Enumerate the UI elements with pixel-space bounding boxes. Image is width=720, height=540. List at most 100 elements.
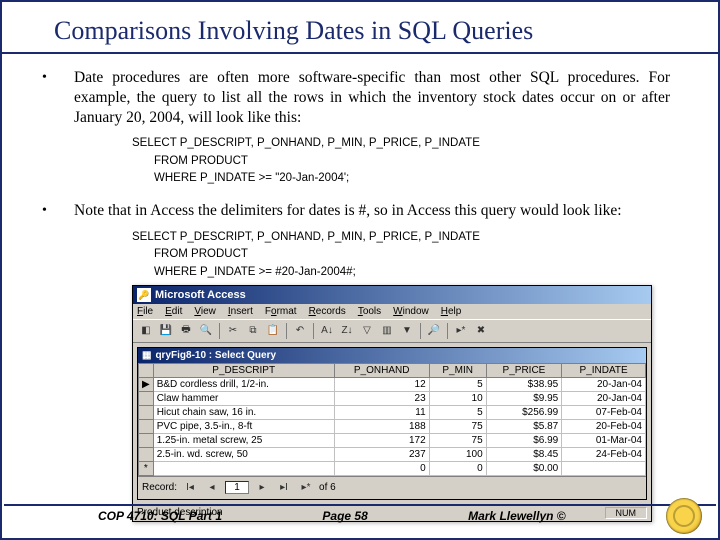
code1-line2: FROM PRODUCT [132,153,670,170]
tool-find-icon[interactable]: 🔎 [425,322,443,340]
table-row[interactable]: Hicut chain saw, 16 in.115$256.9907-Feb-… [139,405,646,419]
cell-indate[interactable]: 07-Feb-04 [562,405,646,419]
cell-descript[interactable]: Hicut chain saw, 16 in. [153,405,334,419]
cell-descript[interactable]: B&D cordless drill, 1/2-in. [153,377,334,391]
row-selector-header [139,363,154,377]
row-selector[interactable] [139,447,154,461]
cell-price[interactable]: $8.45 [486,447,562,461]
table-row[interactable]: PVC pipe, 3.5-in., 8-ft18875$5.8720-Feb-… [139,419,646,433]
cell-indate[interactable]: 24-Feb-04 [562,447,646,461]
cell-onhand[interactable]: 172 [334,433,429,447]
row-selector[interactable] [139,391,154,405]
row-selector[interactable] [139,405,154,419]
col-onhand[interactable]: P_ONHAND [334,363,429,377]
cell-min[interactable]: 5 [429,405,486,419]
tool-undo-icon[interactable]: ↶ [291,322,309,340]
record-position[interactable]: 1 [225,481,249,494]
nav-last-icon[interactable]: ▸I [275,479,293,497]
record-label: Record: [142,482,177,493]
cell-price[interactable]: $9.95 [486,391,562,405]
menu-view[interactable]: View [194,306,216,317]
row-selector[interactable]: * [139,461,154,475]
cell-descript[interactable]: Claw hammer [153,391,334,405]
menu-insert[interactable]: Insert [228,306,253,317]
menu-file[interactable]: File [137,306,153,317]
col-price[interactable]: P_PRICE [486,363,562,377]
tool-print-icon[interactable]: 🖶 [177,322,195,340]
cell-price[interactable]: $5.87 [486,419,562,433]
cell-indate[interactable]: 01-Mar-04 [562,433,646,447]
cell-price[interactable]: $6.99 [486,433,562,447]
col-descript[interactable]: P_DESCRIPT [153,363,334,377]
cell-onhand[interactable]: 23 [334,391,429,405]
cell-descript[interactable]: 2.5-in. wd. screw, 50 [153,447,334,461]
col-min[interactable]: P_MIN [429,363,486,377]
cell-min[interactable]: 75 [429,433,486,447]
cell-price[interactable]: $256.99 [486,405,562,419]
cell-onhand[interactable]: 11 [334,405,429,419]
table-row[interactable]: ▶B&D cordless drill, 1/2-in.125$38.9520-… [139,377,646,391]
row-selector[interactable]: ▶ [139,377,154,391]
tool-apply-filter-icon[interactable]: ▼ [398,322,416,340]
menu-edit[interactable]: Edit [165,306,182,317]
cell-min[interactable]: 100 [429,447,486,461]
nav-new-icon[interactable]: ▸* [297,479,315,497]
cell-indate[interactable]: 20-Feb-04 [562,419,646,433]
tool-filter-icon[interactable]: ▽ [358,322,376,340]
cell-descript[interactable]: 1.25-in. metal screw, 25 [153,433,334,447]
menu-help[interactable]: Help [441,306,462,317]
cell-min[interactable]: 10 [429,391,486,405]
tool-new-record-icon[interactable]: ▸* [452,322,470,340]
cell-min[interactable]: 0 [429,461,486,475]
col-indate[interactable]: P_INDATE [562,363,646,377]
tool-sort-asc-icon[interactable]: A↓ [318,322,336,340]
toolbar-separator [219,323,220,339]
toolbar-separator [420,323,421,339]
cell-onhand[interactable]: 12 [334,377,429,391]
tool-delete-record-icon[interactable]: ✖ [472,322,490,340]
table-row[interactable]: *00$0.00 [139,461,646,475]
table-row[interactable]: 1.25-in. metal screw, 2517275$6.9901-Mar… [139,433,646,447]
query-titlebar: ▦ qryFig8-10 : Select Query [138,348,646,363]
code2-line3: WHERE P_INDATE >= #20-Jan-2004#; [132,264,670,281]
cell-descript[interactable] [153,461,334,475]
tool-preview-icon[interactable]: 🔍 [197,322,215,340]
nav-first-icon[interactable]: I◂ [181,479,199,497]
footer-center: Page 58 [322,509,367,523]
query-title: qryFig8-10 : Select Query [155,350,276,361]
table-row[interactable]: 2.5-in. wd. screw, 50237100$8.4524-Feb-0… [139,447,646,461]
menu-format[interactable]: Format [265,306,297,317]
cell-onhand[interactable]: 0 [334,461,429,475]
cell-descript[interactable]: PVC pipe, 3.5-in., 8-ft [153,419,334,433]
menu-window[interactable]: Window [393,306,429,317]
cell-price[interactable]: $0.00 [486,461,562,475]
tool-sort-desc-icon[interactable]: Z↓ [338,322,356,340]
access-key-icon: 🔑 [137,288,151,302]
nav-next-icon[interactable]: ▸ [253,479,271,497]
cell-min[interactable]: 75 [429,419,486,433]
tool-cut-icon[interactable]: ✂ [224,322,242,340]
cell-indate[interactable]: 20-Jan-04 [562,377,646,391]
cell-onhand[interactable]: 188 [334,419,429,433]
tool-save-icon[interactable]: 💾 [157,322,175,340]
bullet-2-text: Note that in Access the delimiters for d… [74,201,622,221]
toolbar-separator [447,323,448,339]
code-block-2: SELECT P_DESCRIPT, P_ONHAND, P_MIN, P_PR… [132,229,670,281]
tool-view-icon[interactable]: ◧ [137,322,155,340]
cell-price[interactable]: $38.95 [486,377,562,391]
tool-paste-icon[interactable]: 📋 [264,322,282,340]
cell-min[interactable]: 5 [429,377,486,391]
table-row[interactable]: Claw hammer2310$9.9520-Jan-04 [139,391,646,405]
cell-indate[interactable] [562,461,646,475]
menu-tools[interactable]: Tools [358,306,381,317]
nav-prev-icon[interactable]: ◂ [203,479,221,497]
tool-copy-icon[interactable]: ⧉ [244,322,262,340]
tool-filter-form-icon[interactable]: ▥ [378,322,396,340]
row-selector[interactable] [139,419,154,433]
row-selector[interactable] [139,433,154,447]
cell-indate[interactable]: 20-Jan-04 [562,391,646,405]
code2-line2: FROM PRODUCT [132,246,670,263]
cell-onhand[interactable]: 237 [334,447,429,461]
menu-records[interactable]: Records [309,306,346,317]
code1-line3: WHERE P_INDATE >= "20-Jan-2004'; [132,170,670,187]
